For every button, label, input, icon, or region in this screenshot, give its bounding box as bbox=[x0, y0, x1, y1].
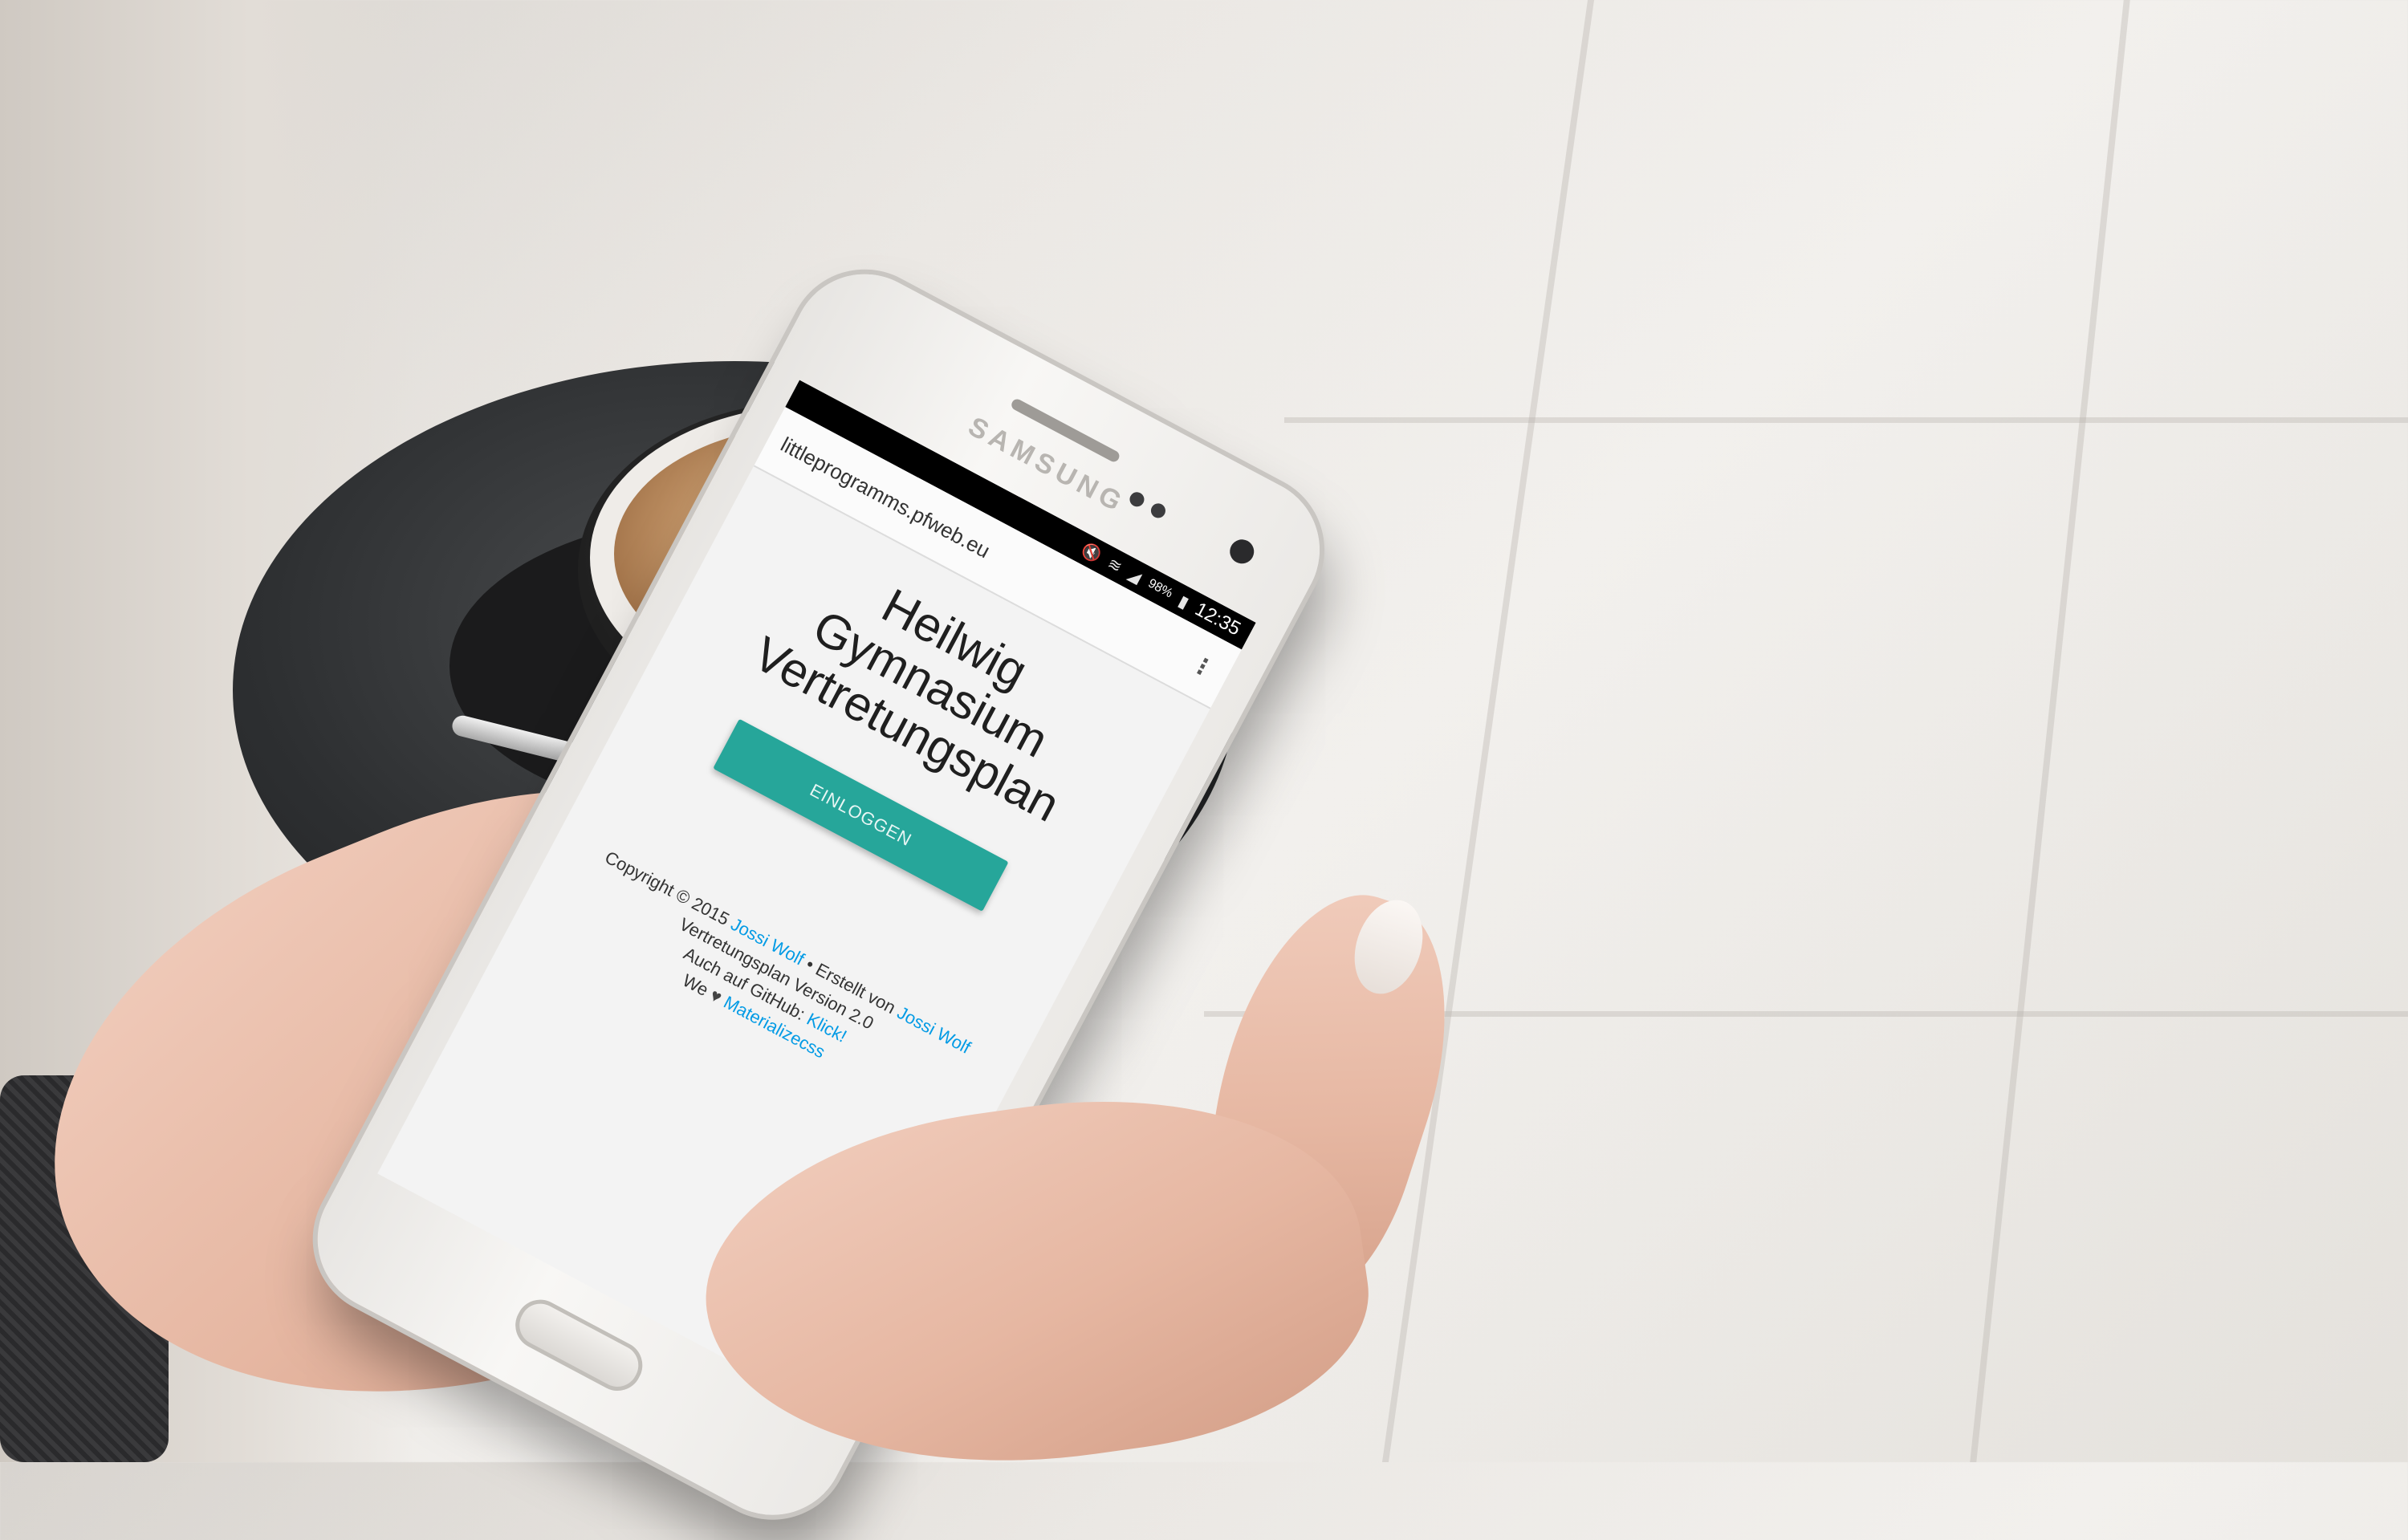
floor-tile-line bbox=[1381, 0, 1595, 1462]
muted-icon: 🔇 bbox=[1078, 540, 1104, 566]
signal-icon: ◢ bbox=[1125, 565, 1145, 587]
github-line: Auch auf GitHub: Klick! bbox=[531, 863, 999, 1128]
battery-level: 98% bbox=[1145, 576, 1175, 601]
floor-tile-line bbox=[1970, 0, 2130, 1462]
battery-icon: ▮ bbox=[1175, 591, 1192, 612]
floor-tile-line bbox=[1284, 417, 2408, 423]
wifi-icon: ≋ bbox=[1104, 554, 1125, 577]
